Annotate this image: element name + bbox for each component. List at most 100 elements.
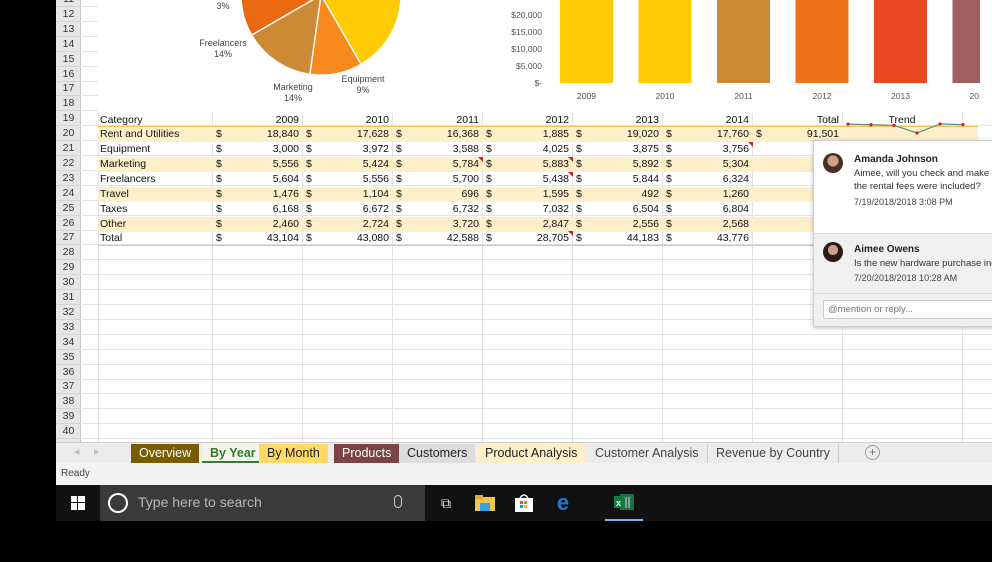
row-header[interactable]: 27: [56, 230, 81, 246]
value-cell[interactable]: 6,732: [406, 202, 479, 217]
task-view-button[interactable]: ⧉: [431, 485, 461, 521]
category-cell[interactable]: Equipment: [100, 142, 150, 157]
column-header[interactable]: 2012: [485, 113, 569, 128]
value-cell[interactable]: 5,438: [496, 172, 569, 187]
row-header[interactable]: 30: [56, 275, 81, 291]
value-cell[interactable]: 5,892: [586, 157, 659, 172]
comment-indicator[interactable]: [568, 231, 573, 237]
column-header[interactable]: 2011: [395, 113, 479, 128]
value-cell[interactable]: 17,628: [316, 127, 389, 142]
add-sheet-icon[interactable]: +: [865, 445, 880, 460]
row-header[interactable]: 24: [56, 186, 81, 201]
column-header[interactable]: 2010: [305, 113, 389, 128]
value-cell[interactable]: 3,588: [406, 142, 479, 157]
category-cell[interactable]: Total: [100, 231, 122, 246]
comment-indicator[interactable]: [478, 156, 483, 162]
value-cell[interactable]: 1,885: [496, 127, 569, 142]
row-header[interactable]: 23: [56, 171, 81, 186]
comment-indicator[interactable]: [748, 142, 753, 147]
column-header[interactable]: Total: [755, 113, 839, 128]
value-cell[interactable]: 2,568: [676, 217, 749, 232]
value-cell[interactable]: 6,504: [586, 202, 659, 217]
value-cell[interactable]: 43,104: [226, 231, 299, 246]
value-cell[interactable]: 3,756: [676, 142, 749, 157]
row-header[interactable]: 17: [56, 81, 81, 97]
value-cell[interactable]: 5,844: [586, 172, 659, 187]
value-cell[interactable]: 5,700: [406, 172, 479, 187]
start-button[interactable]: [56, 485, 100, 521]
value-cell[interactable]: 5,604: [226, 172, 299, 187]
row-header[interactable]: 16: [56, 67, 81, 82]
value-cell[interactable]: 43,080: [316, 231, 389, 246]
bar-2012[interactable]: [795, 0, 849, 83]
comment-indicator[interactable]: [568, 156, 573, 162]
value-cell[interactable]: 492: [586, 187, 659, 202]
row-header[interactable]: 14: [56, 37, 81, 52]
row-header[interactable]: 32: [56, 305, 81, 320]
bar-2010[interactable]: [638, 0, 692, 83]
file-explorer-button[interactable]: [470, 485, 500, 521]
scroll-tabs-left-icon[interactable]: ◂: [74, 445, 80, 458]
edge-button[interactable]: e: [548, 485, 578, 521]
value-cell[interactable]: 3,972: [316, 142, 389, 157]
pie-chart[interactable]: 3%Freelancers14%Marketing14%Equipment9%: [98, 0, 478, 113]
value-cell[interactable]: 2,724: [316, 217, 389, 232]
sheet-tab-product-analysis[interactable]: Product Analysis: [477, 444, 586, 463]
sheet-tab-products[interactable]: Products: [334, 444, 400, 463]
bar-2011[interactable]: [717, 0, 770, 83]
column-header[interactable]: Category: [100, 113, 143, 128]
row-header[interactable]: 29: [56, 260, 81, 276]
value-cell[interactable]: 3,000: [226, 142, 299, 157]
row-header[interactable]: 26: [56, 216, 81, 231]
row-header[interactable]: 12: [56, 7, 81, 22]
value-cell[interactable]: 42,588: [406, 231, 479, 246]
row-header[interactable]: 21: [56, 141, 81, 156]
value-cell[interactable]: 6,324: [676, 172, 749, 187]
row-header[interactable]: 28: [56, 245, 81, 261]
comment-indicator[interactable]: [568, 171, 573, 177]
sheet-tab-customers[interactable]: Customers: [399, 444, 476, 463]
row-header[interactable]: 36: [56, 365, 81, 380]
bar-2009[interactable]: [560, 0, 613, 83]
row-header[interactable]: 33: [56, 320, 81, 335]
value-cell[interactable]: 5,784: [406, 157, 479, 172]
value-cell[interactable]: 6,804: [676, 202, 749, 217]
row-header[interactable]: 25: [56, 201, 81, 216]
sheet-tab-customer-analysis[interactable]: Customer Analysis: [587, 444, 708, 463]
value-cell[interactable]: 5,556: [316, 172, 389, 187]
row-header[interactable]: 18: [56, 96, 81, 112]
value-cell[interactable]: 18,840: [226, 127, 299, 142]
value-cell[interactable]: 5,424: [316, 157, 389, 172]
value-cell[interactable]: 6,168: [226, 202, 299, 217]
row-header[interactable]: 22: [56, 156, 81, 171]
row-header[interactable]: 39: [56, 409, 81, 425]
category-cell[interactable]: Freelancers: [100, 172, 155, 187]
bar-chart[interactable]: $20,000 $15,000 $10,000 $5,000 $- 2009 2010 201…: [450, 0, 980, 113]
bar-2014[interactable]: [952, 0, 981, 83]
value-cell[interactable]: 1,595: [496, 187, 569, 202]
excel-taskbar-button[interactable]: x: [605, 485, 643, 521]
row-header[interactable]: 34: [56, 335, 81, 350]
row-header[interactable]: 31: [56, 290, 81, 305]
value-cell[interactable]: 6,672: [316, 202, 389, 217]
value-cell[interactable]: 3,720: [406, 217, 479, 232]
value-cell[interactable]: 19,020: [586, 127, 659, 142]
value-cell[interactable]: 17,760: [676, 127, 749, 142]
category-cell[interactable]: Rent and Utilities: [100, 127, 179, 142]
column-header[interactable]: 2013: [575, 113, 659, 128]
value-cell[interactable]: 1,476: [226, 187, 299, 202]
value-cell[interactable]: 2,556: [586, 217, 659, 232]
row-header[interactable]: 37: [56, 379, 81, 395]
category-cell[interactable]: Other: [100, 217, 126, 232]
value-cell[interactable]: 696: [406, 187, 479, 202]
value-cell[interactable]: 4,025: [496, 142, 569, 157]
value-cell[interactable]: 7,032: [496, 202, 569, 217]
taskbar-search-box[interactable]: Type here to search: [100, 485, 425, 521]
sheet-tab-overview[interactable]: Overview: [131, 444, 200, 463]
row-header[interactable]: 38: [56, 394, 81, 410]
column-header[interactable]: 2014: [665, 113, 749, 128]
value-cell[interactable]: 2,460: [226, 217, 299, 232]
row-header[interactable]: 13: [56, 22, 81, 37]
reply-input[interactable]: [823, 300, 992, 319]
category-cell[interactable]: Travel: [100, 187, 129, 202]
